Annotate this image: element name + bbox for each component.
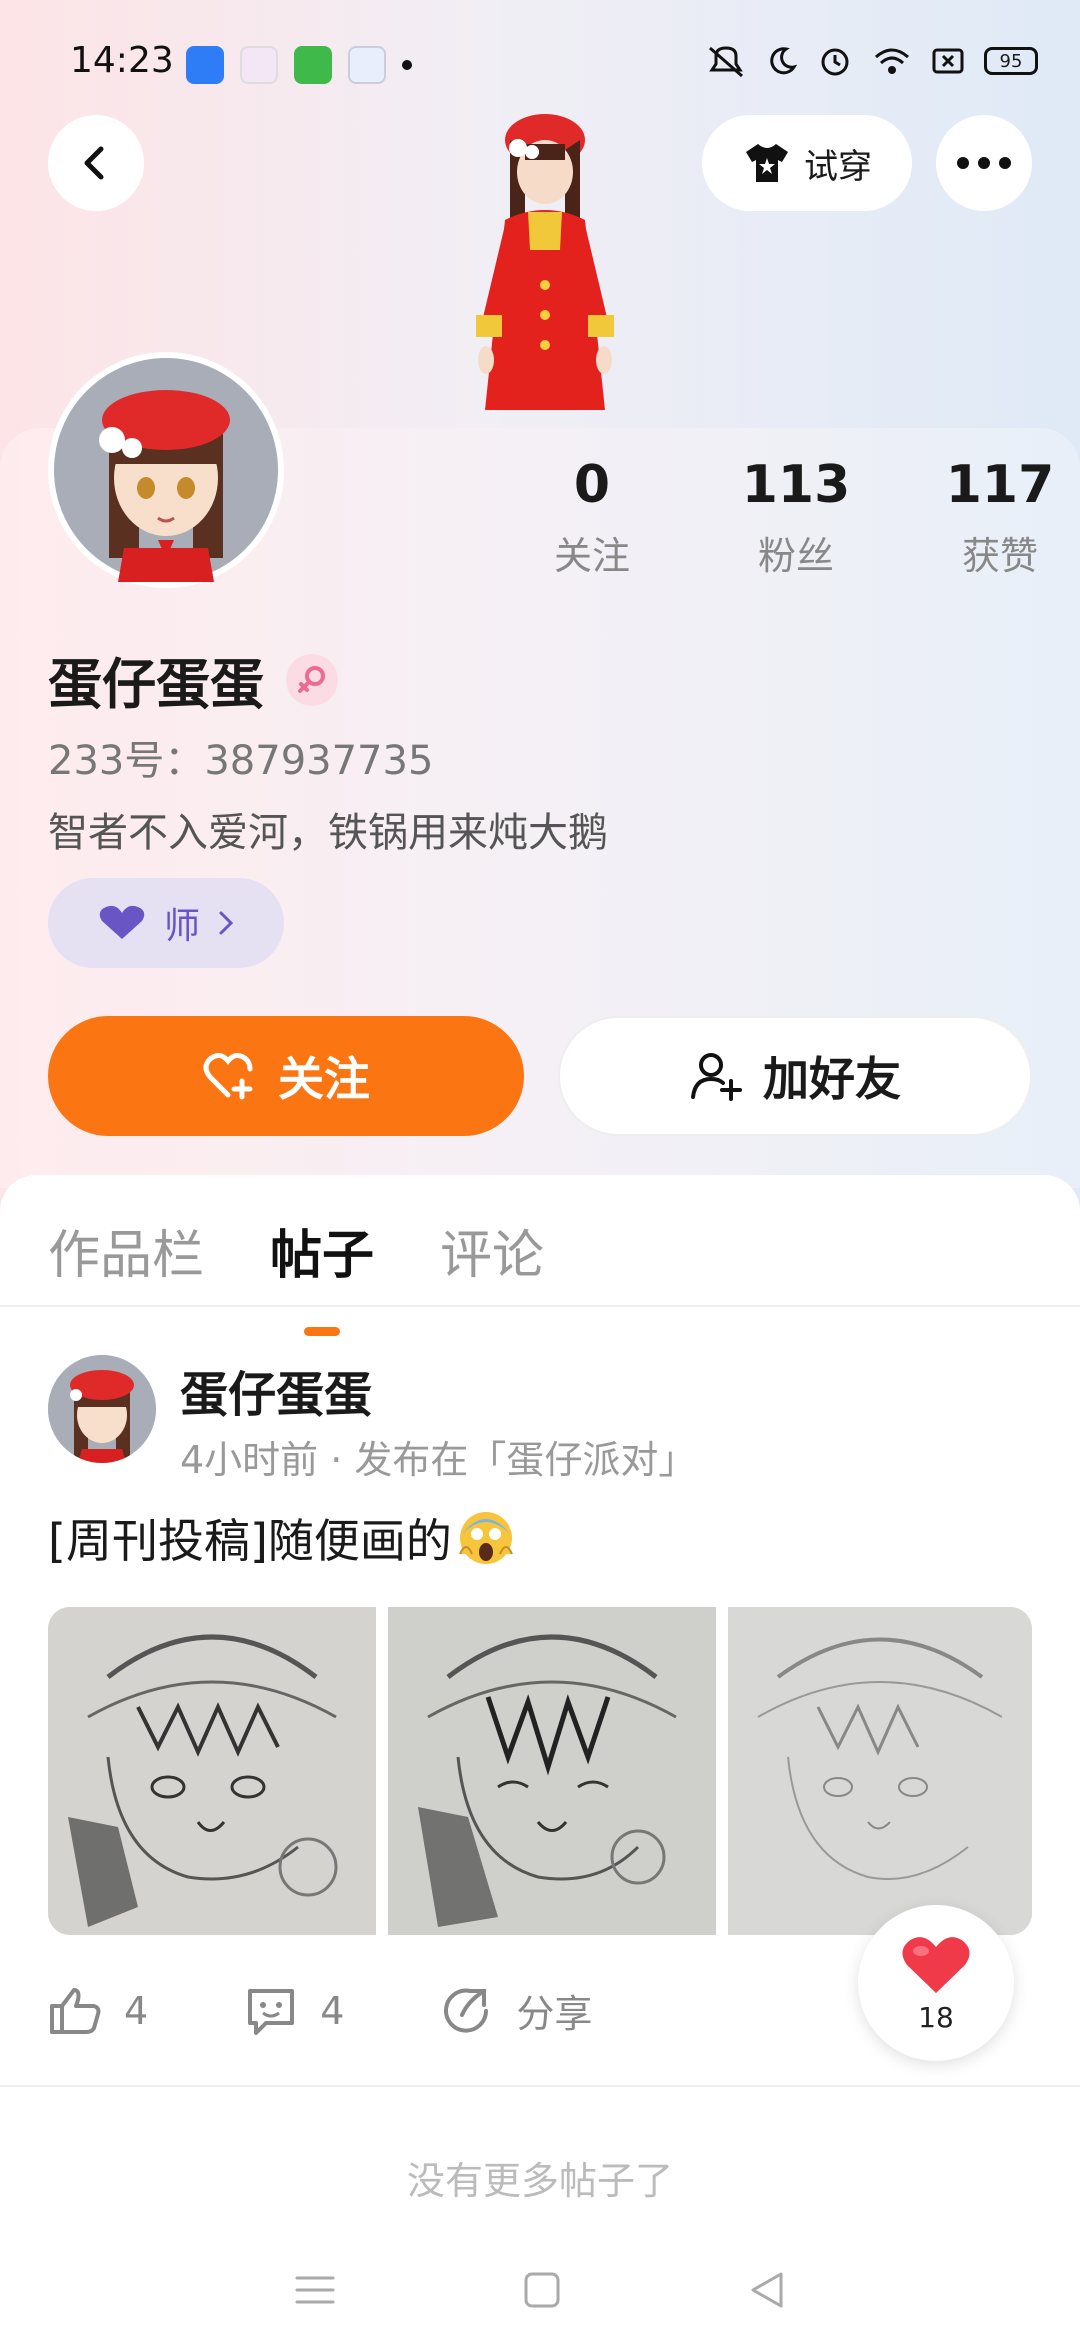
stat-following-value: 0	[573, 455, 611, 515]
comment-button[interactable]: 4	[244, 1985, 344, 2037]
home-icon[interactable]	[522, 2270, 562, 2310]
back-nav-icon[interactable]	[747, 2270, 787, 2310]
wifi-icon	[875, 48, 909, 74]
tab-comments[interactable]: 评论	[440, 1213, 544, 1288]
no-more-posts: 没有更多帖子了	[406, 2159, 673, 2203]
profile-stats: 0 关注 113 粉丝 117 获赞	[490, 455, 1080, 580]
try-on-label: 试穿	[804, 146, 872, 187]
more-notifications-dot-icon	[402, 60, 412, 70]
status-time: 14:23	[70, 40, 174, 81]
heart-badge-icon	[99, 905, 145, 939]
like-button[interactable]: 4	[48, 1986, 148, 2036]
stat-likes-value: 117	[945, 455, 1055, 515]
tab-works[interactable]: 作品栏	[48, 1213, 204, 1288]
post-actions: 4 4 分享	[48, 1983, 592, 2038]
stat-followers-label: 粉丝	[757, 534, 834, 578]
back-button[interactable]	[48, 115, 144, 211]
alarm-icon	[821, 48, 849, 76]
moon-icon	[770, 47, 798, 75]
stat-likes[interactable]: 117 获赞	[898, 455, 1080, 580]
tshirt-icon	[746, 144, 788, 182]
thumbs-up-icon	[50, 1987, 101, 2034]
post-author-avatar[interactable]	[48, 1355, 156, 1463]
stat-following[interactable]: 0 关注	[490, 455, 694, 580]
profile-uid: 233号：387937735	[48, 738, 434, 784]
battery-icon: 95	[984, 47, 1038, 75]
stat-likes-label: 获赞	[961, 534, 1038, 578]
post-image[interactable]	[388, 1607, 716, 1935]
stat-followers-value: 113	[741, 455, 851, 515]
avatar-image	[48, 1355, 156, 1463]
android-app-icon	[186, 46, 224, 84]
mentor-badge[interactable]: 师	[48, 878, 284, 968]
post-image[interactable]	[728, 1607, 1032, 1935]
try-on-button[interactable]: 试穿	[702, 115, 912, 211]
chevron-left-icon	[84, 146, 104, 180]
comment-count: 4	[320, 1988, 345, 2033]
post-text-row: [周刊投稿]随便画的	[48, 1505, 514, 1571]
post-divider	[0, 2085, 1080, 2087]
post-meta: 4小时前 · 发布在「蛋仔派对」	[180, 1438, 697, 1482]
profile-avatar[interactable]	[48, 352, 284, 588]
post-text: [周刊投稿]随便画的	[48, 1514, 452, 1568]
profile-bio: 智者不入爱河，铁锅用来炖大鹅	[48, 810, 608, 856]
add-friend-label: 加好友	[763, 1053, 901, 1105]
menu-icon[interactable]	[293, 2272, 337, 2308]
stat-following-label: 关注	[553, 534, 630, 578]
comment-icon	[248, 1988, 295, 2035]
avatar-image	[54, 358, 278, 582]
baidu-app-icon	[348, 46, 386, 84]
stat-followers[interactable]: 113 粉丝	[694, 455, 898, 580]
sketch-drawing-image	[48, 1607, 376, 1935]
tabs-divider	[0, 1305, 1080, 1307]
sim-icon	[932, 48, 964, 74]
follow-button[interactable]: 关注	[48, 1016, 524, 1136]
post-image[interactable]	[48, 1607, 376, 1935]
add-friend-button[interactable]: 加好友	[558, 1016, 1032, 1136]
share-button[interactable]: 分享	[440, 1983, 592, 2038]
mute-icon	[709, 46, 743, 78]
share-icon	[444, 1988, 489, 2033]
profile-tabs: 作品栏 帖子 评论	[48, 1213, 544, 1288]
post-image-grid	[48, 1607, 1032, 1935]
like-count: 4	[124, 1988, 149, 2033]
system-nav-bar	[0, 2240, 1080, 2340]
screaming-face-emoji-icon	[458, 1512, 513, 1564]
paint-app-icon	[240, 46, 278, 84]
system-icons: 95	[706, 44, 1038, 78]
floating-like-count: 18	[918, 2000, 954, 2034]
heart-plus-icon	[203, 1053, 253, 1100]
avatar-3d-figure	[476, 114, 614, 410]
more-options-button[interactable]	[936, 115, 1032, 211]
sketch-drawing-image	[388, 1607, 716, 1935]
profile-name: 蛋仔蛋蛋	[48, 653, 264, 716]
store-app-icon	[294, 46, 332, 84]
tab-posts[interactable]: 帖子	[270, 1213, 374, 1288]
profile-name-row: 蛋仔蛋蛋	[48, 640, 338, 719]
mentor-badge-label: 师	[163, 906, 200, 947]
chevron-right-icon	[219, 911, 234, 935]
more-dots-icon	[957, 157, 1011, 169]
female-gender-icon	[286, 653, 338, 706]
floating-like-button[interactable]: 18	[858, 1905, 1014, 2061]
add-user-icon	[691, 1053, 742, 1101]
notification-icons	[186, 46, 412, 84]
share-label: 分享	[516, 1992, 593, 2036]
follow-button-label: 关注	[278, 1053, 370, 1105]
post-author-name[interactable]: 蛋仔蛋蛋	[180, 1355, 372, 1425]
sketch-drawing-image	[728, 1607, 1032, 1935]
heart-icon	[902, 1936, 970, 1993]
